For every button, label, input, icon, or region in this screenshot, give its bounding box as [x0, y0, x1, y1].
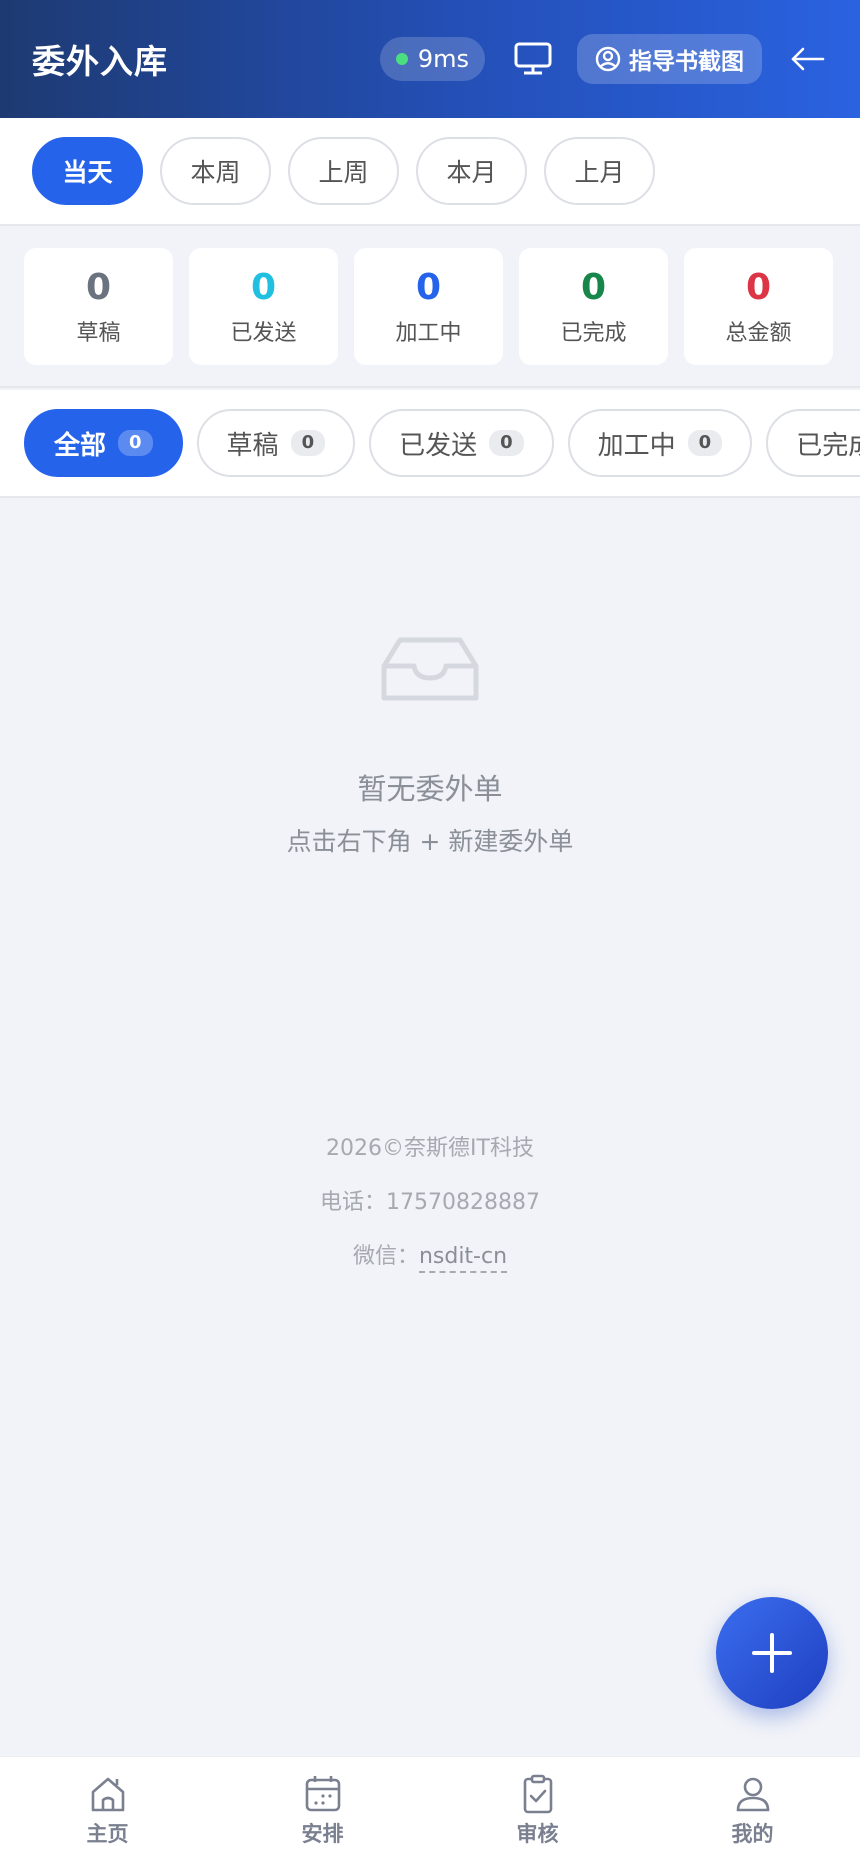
stat-value: 0: [745, 266, 772, 308]
stat-value: 0: [250, 266, 277, 308]
header-bar: 委外入库 9ms 指导书截图: [0, 0, 860, 118]
stat-label: 总金额: [725, 320, 792, 346]
nav-label: 审核: [516, 1821, 559, 1846]
count-badge: 0: [489, 430, 524, 456]
page-title: 委外入库: [32, 42, 168, 81]
stat-card-completed: 0 已完成: [519, 248, 668, 365]
inbox-empty-icon: [381, 637, 479, 701]
date-tab-this-month[interactable]: 本月: [416, 137, 527, 205]
date-range-tabs: 当天 本周 上周 本月 上月: [0, 118, 860, 226]
filter-tab-processing[interactable]: 加工中 0: [567, 409, 753, 477]
wechat-label: 微信：: [352, 1244, 419, 1269]
stat-card-sent: 0 已发送: [189, 248, 338, 365]
date-tab-today[interactable]: 当天: [32, 137, 143, 205]
footer-copyright: 2026©奈斯德IT科技: [326, 1136, 534, 1161]
stats-summary: 0 草稿 0 已发送 0 加工中 0 已完成 0 总金额: [0, 228, 860, 388]
date-tab-last-week[interactable]: 上周: [288, 137, 399, 205]
guide-screenshot-button[interactable]: 指导书截图: [577, 34, 762, 84]
user-icon: [736, 1777, 769, 1811]
stat-label: 草稿: [76, 320, 121, 346]
latency-value: 9ms: [417, 45, 469, 73]
stat-value: 0: [415, 266, 442, 308]
nav-item-schedule[interactable]: 安排: [215, 1757, 430, 1864]
wechat-id-link[interactable]: nsdit-cn: [418, 1244, 508, 1273]
nav-item-profile[interactable]: 我的: [645, 1757, 860, 1864]
nav-label: 安排: [301, 1821, 344, 1846]
stat-label: 加工中: [395, 320, 462, 346]
back-button[interactable]: [788, 39, 828, 79]
nav-item-review[interactable]: 审核: [430, 1757, 645, 1864]
calendar-icon: [305, 1775, 340, 1811]
user-circle-icon: [595, 46, 621, 72]
footer-phone: 电话：17570828887: [320, 1190, 540, 1215]
nav-label: 主页: [86, 1821, 129, 1846]
filter-tab-label: 已发送: [399, 430, 478, 461]
latency-badge: 9ms: [379, 37, 485, 81]
stat-value: 0: [580, 266, 607, 308]
status-dot-icon: [395, 53, 408, 65]
footer-wechat: 微信：nsdit-cn: [0, 1238, 860, 1273]
filter-tab-completed[interactable]: 已完成 0: [766, 409, 860, 477]
count-badge: 0: [118, 430, 153, 456]
nav-item-home[interactable]: 主页: [0, 1757, 215, 1864]
clipboard-check-icon: [523, 1774, 552, 1813]
filter-tab-sent[interactable]: 已发送 0: [369, 409, 554, 477]
arrow-left-icon: [791, 47, 825, 71]
count-badge: 0: [687, 430, 723, 456]
stat-card-total-amount: 0 总金额: [684, 248, 833, 365]
filter-tab-label: 已完成: [796, 430, 860, 461]
stat-card-processing: 0 加工中: [354, 248, 503, 365]
filter-tab-draft[interactable]: 草稿 0: [196, 409, 356, 477]
empty-state-title: 暂无委外单: [357, 772, 503, 806]
empty-state-hint: 点击右下角 + 新建委外单: [286, 827, 574, 856]
count-badge: 0: [290, 430, 326, 456]
nav-label: 我的: [731, 1821, 774, 1846]
date-tab-last-month[interactable]: 上月: [544, 137, 655, 205]
bottom-navigation: 主页 安排 审核 我的: [0, 1756, 860, 1864]
home-icon: [91, 1777, 124, 1811]
plus-icon: [752, 1633, 792, 1673]
filter-tab-label: 加工中: [597, 430, 676, 461]
filter-tab-all[interactable]: 全部 0: [24, 409, 183, 477]
filter-tab-label: 草稿: [226, 430, 279, 461]
stat-value: 0: [85, 266, 112, 308]
guide-screenshot-label: 指导书截图: [629, 49, 744, 75]
stat-label: 已发送: [230, 320, 297, 346]
monitor-icon[interactable]: [513, 39, 553, 79]
add-order-button[interactable]: [716, 1597, 828, 1709]
status-filter-tabs: 全部 0 草稿 0 已发送 0 加工中 0 已完成 0: [0, 390, 860, 498]
stat-label: 已完成: [560, 320, 627, 346]
date-tab-this-week[interactable]: 本周: [160, 137, 271, 205]
filter-tab-label: 全部: [54, 430, 107, 461]
stat-card-draft: 0 草稿: [24, 248, 173, 365]
